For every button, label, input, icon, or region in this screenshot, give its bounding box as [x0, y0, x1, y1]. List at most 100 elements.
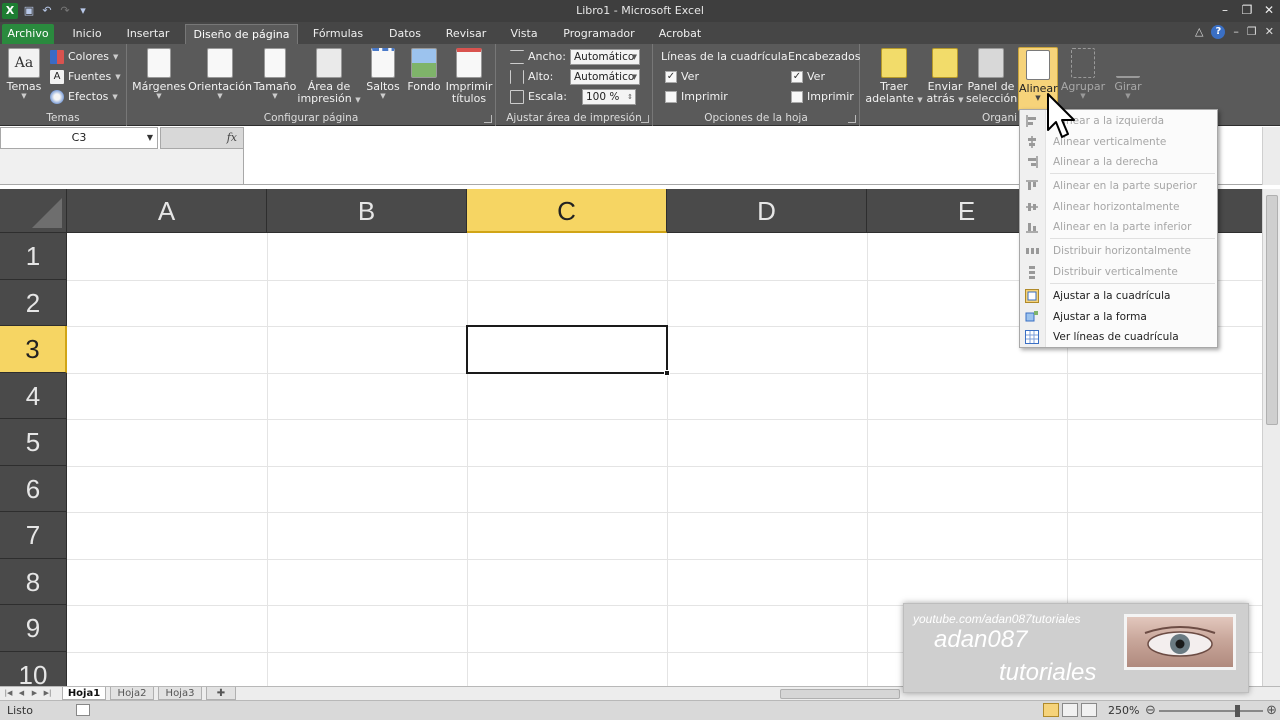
menu-item-distribute-horizontal[interactable]: Distribuir horizontalmente — [1020, 241, 1217, 261]
column-header-b[interactable]: B — [267, 189, 467, 233]
normal-view-icon[interactable] — [1043, 703, 1059, 717]
page-break-view-icon[interactable] — [1081, 703, 1097, 717]
row-header-8[interactable]: 8 — [0, 558, 67, 605]
tab-revisar[interactable]: Revisar — [438, 24, 494, 44]
tab-inicio[interactable]: Inicio — [62, 24, 112, 44]
checkbox-unchecked-icon — [791, 91, 803, 103]
menu-item-view-gridlines[interactable]: Ver líneas de cuadrícula — [1020, 327, 1217, 347]
menu-item-snap-to-grid[interactable]: Ajustar a la cuadrícula — [1020, 286, 1217, 306]
workbook-restore-icon[interactable]: ❐ — [1247, 25, 1257, 39]
vertical-scrollbar[interactable] — [1262, 189, 1280, 686]
escala-spinner[interactable]: 100 % ⇕ — [582, 89, 636, 105]
margenes-button[interactable]: Márgenes ▼ — [131, 48, 187, 100]
lineas-imprimir-checkbox[interactable]: Imprimir — [665, 88, 728, 106]
minimize-ribbon-icon[interactable]: △ — [1195, 25, 1203, 39]
tab-vista[interactable]: Vista — [502, 24, 546, 44]
row-header-4[interactable]: 4 — [0, 372, 67, 419]
enviar-atras-button[interactable]: Enviar atrás ▼ — [924, 48, 966, 106]
menu-item-distribute-vertical[interactable]: Distribuir verticalmente — [1020, 262, 1217, 282]
encabezados-imprimir-checkbox[interactable]: Imprimir — [791, 88, 854, 106]
tab-datos[interactable]: Datos — [380, 24, 430, 44]
menu-item-align-middle[interactable]: Alinear horizontalmente — [1020, 197, 1217, 217]
tab-formulas[interactable]: Fórmulas — [305, 24, 371, 44]
configurar-pagina-launcher-icon[interactable] — [484, 115, 492, 123]
menu-separator — [1050, 173, 1215, 174]
select-all-corner[interactable] — [0, 189, 67, 233]
insert-function-icon[interactable]: fx — [227, 131, 237, 144]
minimize-icon[interactable]: – — [1214, 0, 1236, 22]
restore-icon[interactable]: ❐ — [1236, 0, 1258, 22]
row-header-2[interactable]: 2 — [0, 279, 67, 326]
row-header-1[interactable]: 1 — [0, 233, 67, 280]
ajustar-area-launcher-icon[interactable] — [641, 115, 649, 123]
next-sheet-icon[interactable]: ▶ — [29, 688, 40, 699]
tab-acrobat[interactable]: Acrobat — [650, 24, 710, 44]
lineas-ver-checkbox[interactable]: ✓ Ver — [665, 68, 699, 86]
traer-adelante-button[interactable]: Traer adelante ▼ — [864, 48, 924, 106]
row-header-6[interactable]: 6 — [0, 465, 67, 512]
saltos-button[interactable]: Saltos ▼ — [363, 48, 403, 100]
traer-label-2: adelante — [865, 92, 914, 105]
page-layout-view-icon[interactable] — [1062, 703, 1078, 717]
colores-button[interactable]: Colores ▼ — [50, 48, 118, 66]
zoom-in-icon[interactable]: ⊕ — [1266, 703, 1277, 718]
row-header-3[interactable]: 3 — [0, 326, 67, 373]
row-header-7[interactable]: 7 — [0, 512, 67, 559]
zoom-slider[interactable]: ⊖ ⊕ — [1145, 703, 1277, 718]
menu-item-snap-to-shape[interactable]: Ajustar a la forma — [1020, 307, 1217, 327]
area-de-impresion-button[interactable]: Área de impresión ▼ — [297, 48, 361, 106]
name-box[interactable]: C3 ▼ — [0, 127, 158, 149]
column-header-d[interactable]: D — [667, 189, 867, 233]
sheet-tab-hoja2[interactable]: Hoja2 — [110, 687, 154, 700]
temas-button[interactable]: Aa Temas ▼ — [4, 48, 44, 100]
record-macro-icon[interactable] — [76, 704, 90, 716]
fuentes-button[interactable]: A Fuentes ▼ — [50, 68, 121, 86]
menu-item-align-bottom[interactable]: Alinear en la parte inferior — [1020, 217, 1217, 237]
menu-item-align-right[interactable]: Alinear a la derecha — [1020, 152, 1217, 172]
alto-combo[interactable]: Automático ▼ — [570, 69, 640, 85]
opciones-hoja-launcher-icon[interactable] — [848, 115, 856, 123]
row-header-5[interactable]: 5 — [0, 419, 67, 466]
girar-button[interactable]: Girar ▼ — [1106, 48, 1150, 100]
workbook-minimize-icon[interactable]: – — [1233, 25, 1239, 39]
zoom-level[interactable]: 250% — [1108, 704, 1139, 717]
ancho-combo[interactable]: Automático ▼ — [570, 49, 640, 65]
tab-insertar[interactable]: Insertar — [118, 24, 178, 44]
imprimir-titulos-button[interactable]: Imprimir títulos — [445, 48, 493, 105]
first-sheet-icon[interactable]: |◀ — [3, 688, 14, 699]
zoom-out-icon[interactable]: ⊖ — [1145, 703, 1156, 718]
panel-de-seleccion-button[interactable]: Panel de selección — [966, 48, 1017, 105]
insert-sheet-icon[interactable]: ✚ — [206, 687, 236, 700]
print-titles-icon — [456, 48, 482, 78]
close-icon[interactable]: ✕ — [1258, 0, 1280, 22]
sheet-tab-hoja1[interactable]: Hoja1 — [62, 687, 106, 700]
tab-diseno-de-pagina[interactable]: Diseño de página — [185, 24, 298, 44]
orientacion-button[interactable]: Orientación ▼ — [187, 48, 253, 100]
column-header-a[interactable]: A — [67, 189, 267, 233]
encabezados-ver-checkbox[interactable]: ✓ Ver — [791, 68, 825, 86]
prev-sheet-icon[interactable]: ◀ — [16, 688, 27, 699]
tamano-button[interactable]: Tamaño ▼ — [253, 48, 297, 100]
fondo-button[interactable]: Fondo — [405, 48, 443, 93]
efectos-button[interactable]: Efectos ▼ — [50, 88, 118, 106]
menu-item-align-top[interactable]: Alinear en la parte superior — [1020, 176, 1217, 196]
send-backward-icon — [932, 48, 958, 78]
active-cell-c3[interactable] — [466, 325, 670, 376]
tab-archivo[interactable]: Archivo — [2, 24, 54, 44]
formula-bar-scrollbar[interactable] — [1262, 127, 1280, 185]
row-header-10[interactable]: 10 — [0, 651, 67, 686]
chevron-down-icon[interactable]: ▼ — [147, 128, 153, 148]
fondo-label: Fondo — [407, 80, 441, 93]
fill-handle[interactable] — [664, 370, 670, 376]
hscroll-thumb[interactable] — [780, 689, 900, 699]
sheet-tab-hoja3[interactable]: Hoja3 — [158, 687, 202, 700]
scroll-thumb[interactable] — [1266, 195, 1278, 425]
help-icon[interactable]: ? — [1211, 25, 1226, 39]
last-sheet-icon[interactable]: ▶| — [42, 688, 53, 699]
row-header-9[interactable]: 9 — [0, 605, 67, 652]
workbook-close-icon[interactable]: ✕ — [1265, 25, 1274, 39]
column-header-c[interactable]: C — [467, 189, 667, 233]
gridline-vertical — [667, 233, 668, 686]
tab-programador[interactable]: Programador — [556, 24, 642, 44]
zoom-knob[interactable] — [1235, 705, 1240, 717]
